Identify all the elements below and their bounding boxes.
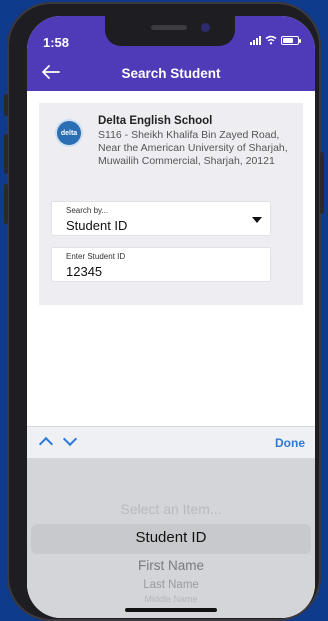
mute-switch (4, 94, 8, 116)
student-id-value: 12345 (66, 264, 103, 279)
school-card: delta Delta English School S116 - Sheikh… (39, 103, 303, 193)
picker-item[interactable]: Last Name (27, 579, 315, 591)
school-address: S116 - Sheikh Khalifa Bin Zayed Road, Ne… (98, 129, 288, 167)
battery-icon (281, 35, 301, 45)
speaker (151, 25, 187, 30)
picker-item[interactable]: Middle Name (27, 594, 315, 604)
signal-icon (250, 35, 261, 45)
power-button (320, 152, 324, 214)
status-time: 1:58 (43, 35, 70, 50)
search-by-select[interactable]: Search by... Student ID (51, 201, 271, 236)
volume-up-button (4, 134, 8, 174)
done-button[interactable]: Done (275, 436, 305, 450)
home-indicator (125, 608, 217, 612)
search-form: Search by... Student ID Enter Student ID… (39, 193, 303, 305)
camera (201, 23, 210, 32)
main-content: delta Delta English School S116 - Sheikh… (27, 91, 315, 426)
page-title: Search Student (121, 66, 221, 81)
school-logo: delta (57, 121, 81, 145)
picker-item-selected[interactable]: Student ID (27, 529, 315, 546)
student-id-field[interactable]: Enter Student ID 12345 (51, 247, 271, 282)
phone-frame: 1:58 Search Student delta Delta English … (4, 2, 324, 621)
search-by-value: Student ID (66, 218, 128, 233)
keyboard-accessory-bar: Done (27, 426, 315, 458)
screen: 1:58 Search Student delta Delta English … (27, 16, 315, 618)
notch (105, 16, 235, 46)
picker-item[interactable]: Select an Item... (27, 501, 315, 517)
wifi-icon (265, 35, 277, 45)
student-id-label: Enter Student ID (66, 252, 126, 261)
previous-field-icon[interactable] (38, 436, 54, 452)
status-icons (250, 35, 301, 45)
next-field-icon[interactable] (62, 431, 78, 447)
school-name: Delta English School (98, 115, 213, 127)
dropdown-caret-icon (252, 217, 262, 223)
search-by-label: Search by... (66, 206, 109, 215)
app-header: 1:58 Search Student (27, 16, 315, 91)
picker-item[interactable]: First Name (27, 558, 315, 573)
item-picker[interactable]: Select an Item... Student ID First Name … (27, 458, 315, 618)
volume-down-button (4, 184, 8, 224)
